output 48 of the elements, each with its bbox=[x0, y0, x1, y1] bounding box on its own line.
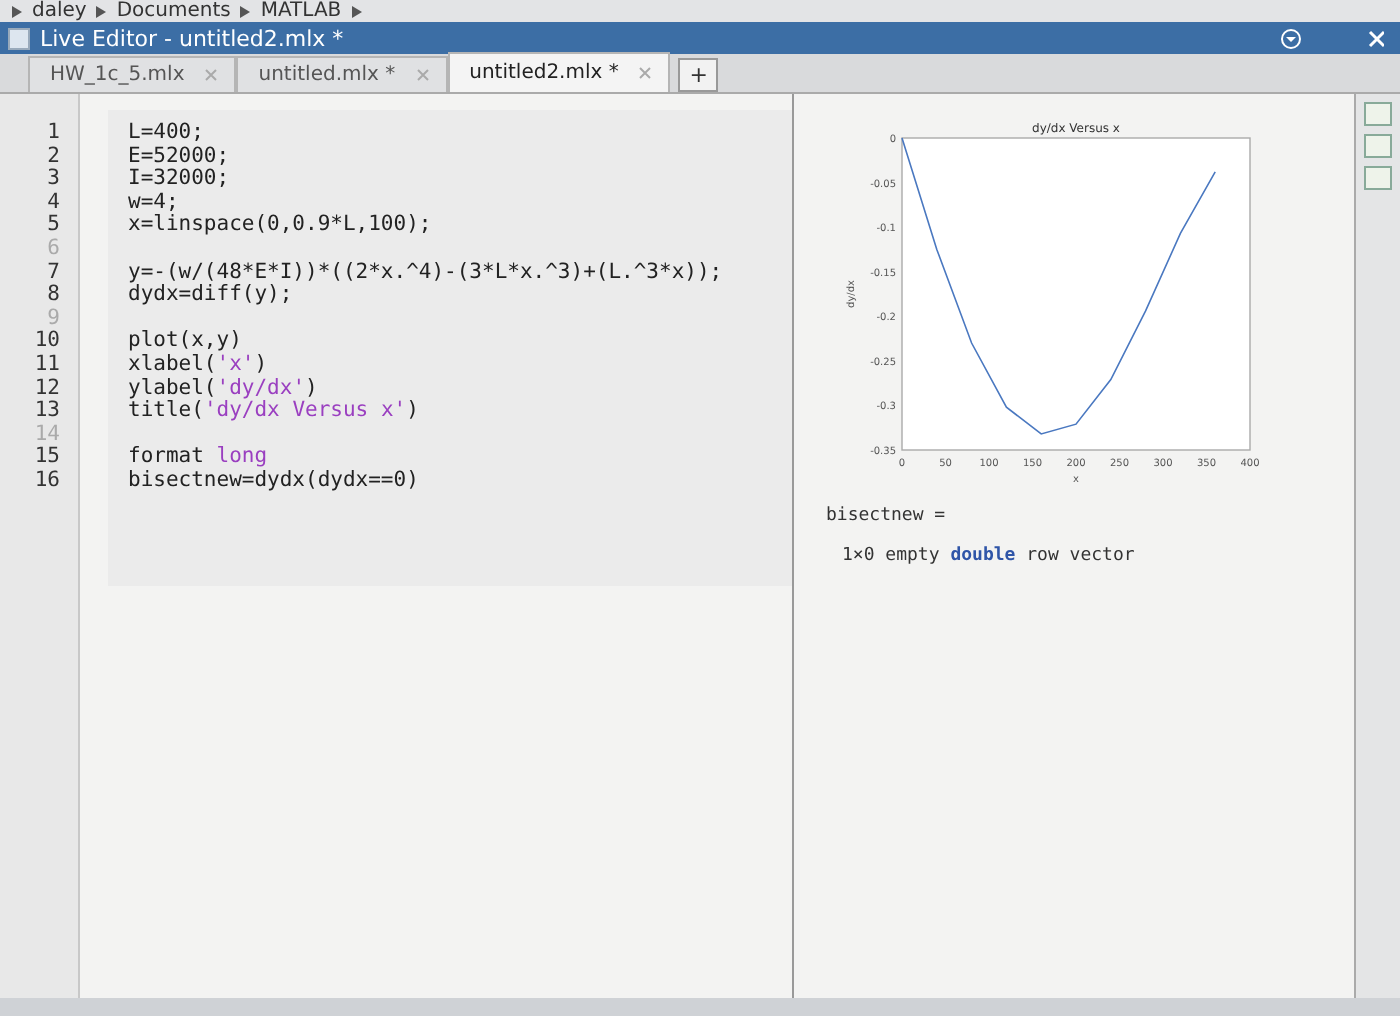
code-line: bisectnew=dydx(dydx==0) bbox=[128, 469, 421, 493]
line-number: 5 bbox=[47, 214, 60, 238]
window-title: Live Editor - untitled2.mlx * bbox=[40, 25, 346, 51]
line-number: 7 bbox=[47, 261, 60, 284]
line-number: 12 bbox=[34, 377, 60, 400]
line-number: 15 bbox=[34, 446, 60, 470]
line-number: 3 bbox=[47, 168, 60, 192]
code-line: title('dy/dx Versus x') bbox=[128, 400, 421, 424]
code-line: y=-(w/(48*E*I))*((2*x.^4)-(3*L*x.^3)+(L.^3*x)); bbox=[128, 261, 725, 284]
code-line: format long bbox=[128, 446, 270, 470]
line-number: 11 bbox=[34, 353, 60, 378]
layout-icon[interactable] bbox=[1364, 134, 1392, 158]
new-tab-button[interactable]: + bbox=[678, 58, 719, 92]
output-text: bisectnew = bbox=[826, 506, 948, 526]
code-line: xlabel('x') bbox=[128, 353, 270, 378]
line-number: 9 bbox=[47, 307, 60, 330]
document-icon bbox=[8, 27, 30, 49]
line-number: 14 bbox=[34, 423, 60, 446]
line-number: 13 bbox=[34, 400, 60, 424]
layout-icon[interactable] bbox=[1364, 166, 1392, 190]
code-line: plot(x,y) bbox=[128, 330, 244, 354]
breadcrumb-item[interactable]: Documents bbox=[116, 0, 231, 22]
breadcrumb-item[interactable]: daley bbox=[32, 0, 87, 22]
file-tab[interactable]: HW_1c_5.mlx bbox=[28, 56, 237, 92]
code-line: x=linspace(0,0.9*L,100); bbox=[128, 214, 434, 238]
dropdown-icon[interactable] bbox=[1280, 27, 1302, 49]
line-number: 2 bbox=[47, 145, 60, 168]
chevron-icon bbox=[96, 5, 107, 17]
layout-icon[interactable] bbox=[1364, 102, 1392, 126]
code-line: I=32000; bbox=[128, 168, 232, 192]
breadcrumb-item[interactable]: MATLAB bbox=[260, 0, 342, 22]
code-line: w=4; bbox=[128, 191, 181, 214]
file-tab[interactable]: untitled.mlx * bbox=[236, 56, 448, 92]
chevron-icon bbox=[351, 5, 362, 17]
output-text: 1×0 empty double row vector bbox=[842, 546, 1137, 566]
line-number: 4 bbox=[47, 191, 60, 214]
line-number: 10 bbox=[34, 330, 60, 354]
file-tab[interactable]: untitled2.mlx * bbox=[447, 52, 671, 92]
code-line: E=52000; bbox=[128, 145, 232, 168]
line-number: 6 bbox=[47, 237, 60, 262]
code-line: L=400; bbox=[128, 122, 206, 146]
chevron-icon bbox=[240, 5, 251, 17]
code-line: ylabel('dy/dx') bbox=[128, 377, 320, 400]
code-line: dydx=diff(y); bbox=[128, 284, 293, 308]
line-number: 1 bbox=[47, 122, 60, 146]
chevron-icon bbox=[12, 5, 22, 17]
line-number: 16 bbox=[34, 469, 60, 493]
line-number: 8 bbox=[47, 284, 60, 308]
